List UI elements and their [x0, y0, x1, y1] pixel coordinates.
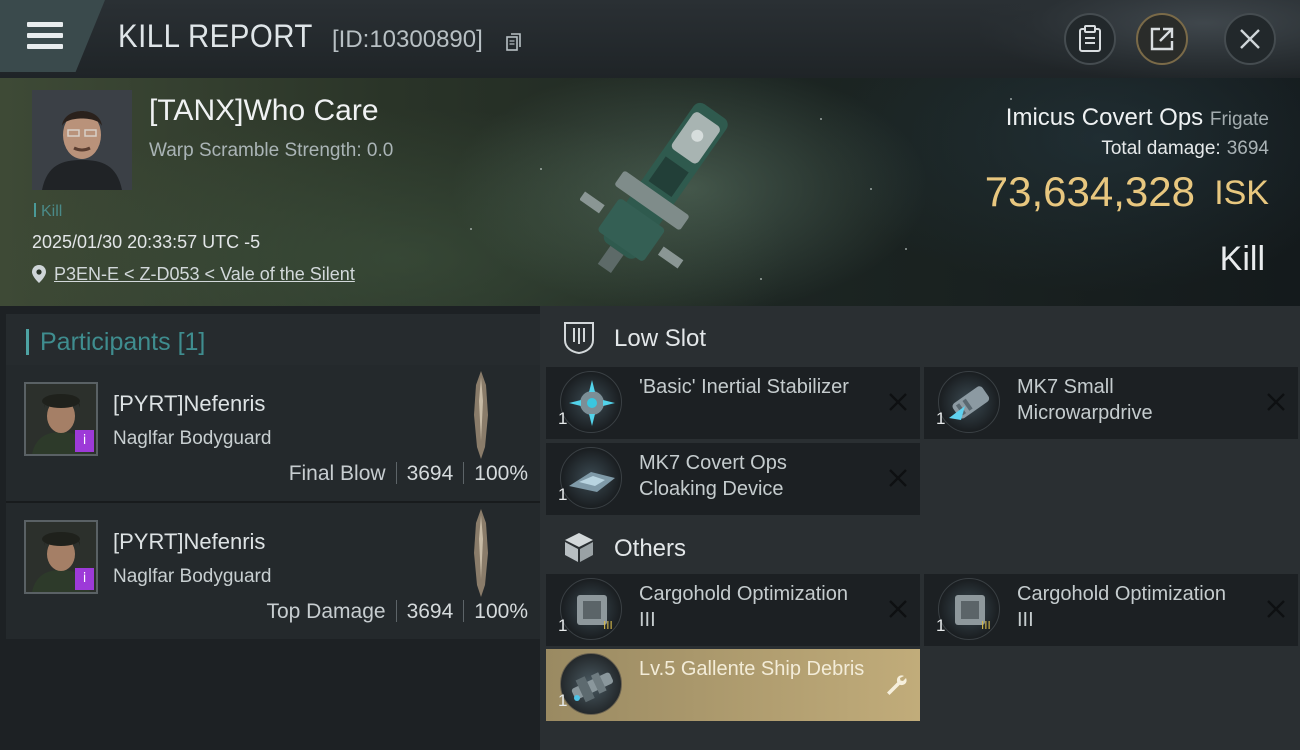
- participant-ship-icon: [474, 371, 488, 459]
- share-icon: [1150, 27, 1174, 51]
- participant-role: Final Blow: [288, 462, 386, 485]
- module-name: MK7 Covert Ops Cloaking Device: [639, 452, 787, 500]
- participant-row[interactable]: i [PYRT]Nefenris Naglfar Bodyguard Top D…: [6, 503, 540, 639]
- remove-icon[interactable]: [1266, 392, 1286, 412]
- participant-percent: 100%: [474, 462, 528, 485]
- participant-stats: Top Damage 3694 100%: [266, 600, 528, 624]
- location-link[interactable]: P3EN-E < Z-D053 < Vale of the Silent: [54, 264, 355, 285]
- page-title: KILL REPORT: [118, 18, 313, 54]
- others-title: Others: [614, 535, 687, 562]
- victim-summary: [TANX]Who Care Warp Scramble Strength: 0…: [0, 78, 1300, 306]
- participant-ship: Naglfar Bodyguard: [113, 428, 272, 449]
- location-pin-icon: [32, 265, 46, 283]
- warp-scramble-strength: Warp Scramble Strength: 0.0: [149, 140, 394, 161]
- total-damage-label: Total damage:: [1101, 138, 1221, 159]
- module-quantity: 1: [558, 485, 568, 504]
- clipboard-button[interactable]: [1064, 13, 1116, 65]
- isk-unit: ISK: [1214, 174, 1269, 212]
- participants-count: [1]: [177, 328, 206, 356]
- participant-damage: 3694: [406, 462, 454, 485]
- participant-ship-icon: [474, 509, 488, 597]
- module-quantity: 1: [558, 616, 568, 635]
- low-slot-header: Low Slot: [546, 308, 1300, 364]
- cargohold-optimization-icon: III: [938, 578, 1000, 640]
- total-damage-value: 3694: [1226, 138, 1269, 159]
- module-quantity: 1: [936, 409, 946, 428]
- module-quantity: 1: [936, 616, 946, 635]
- module-slot-dropped[interactable]: 1 Lv.5 Gallente Ship Debris: [546, 649, 920, 721]
- remove-icon[interactable]: [888, 392, 908, 412]
- inertial-stabilizer-icon: [560, 371, 622, 433]
- kill-tag: Kill: [34, 203, 62, 221]
- cloaking-device-icon: [560, 447, 622, 509]
- cargohold-optimization-icon: III: [560, 578, 622, 640]
- faction-badge: i: [75, 430, 94, 452]
- wrench-icon[interactable]: [884, 673, 908, 697]
- module-name: Lv.5 Gallente Ship Debris: [639, 658, 865, 680]
- remove-icon[interactable]: [888, 599, 908, 619]
- menu-button[interactable]: [0, 0, 105, 72]
- low-slot-icon: [564, 322, 594, 354]
- remove-icon[interactable]: [888, 468, 908, 488]
- clipboard-icon: [1079, 25, 1101, 52]
- participants-panel: Participants [1] i [PYRT]Nefenris Naglfa…: [0, 306, 540, 750]
- kill-timestamp: 2025/01/30 20:33:57 UTC -5: [32, 232, 261, 252]
- report-id: [ID:10300890]: [332, 26, 483, 53]
- remove-icon[interactable]: [1266, 599, 1286, 619]
- module-slot[interactable]: 1 'Basic' Inertial Stabilizer: [546, 367, 920, 439]
- total-damage: Total damage: 3694: [1101, 138, 1269, 160]
- module-slot[interactable]: 1 MK7 Small Microwarpdrive: [924, 367, 1298, 439]
- module-name: Cargohold Optimization III: [639, 583, 848, 631]
- victim-ship: Imicus Covert Ops Frigate: [1006, 104, 1269, 132]
- close-button[interactable]: [1224, 13, 1276, 65]
- module-quantity: 1: [558, 409, 568, 428]
- module-name: Cargohold Optimization III: [1017, 583, 1226, 631]
- participant-damage: 3694: [406, 600, 454, 623]
- participant-ship: Naglfar Bodyguard: [113, 566, 272, 587]
- module-name: 'Basic' Inertial Stabilizer: [639, 376, 849, 398]
- low-slot-title: Low Slot: [614, 325, 707, 352]
- close-icon: [1240, 29, 1260, 49]
- participants-header: Participants [1]: [6, 314, 540, 370]
- module-name: MK7 Small Microwarpdrive: [1017, 376, 1153, 424]
- participant-name[interactable]: [PYRT]Nefenris: [113, 391, 265, 417]
- module-slot[interactable]: 1 MK7 Covert Ops Cloaking Device: [546, 443, 920, 515]
- participant-role: Top Damage: [266, 600, 386, 623]
- participant-percent: 100%: [474, 600, 528, 623]
- participant-row[interactable]: i [PYRT]Nefenris Naglfar Bodyguard Final…: [6, 365, 540, 503]
- kill-result: Kill: [1219, 240, 1265, 278]
- svg-text:III: III: [981, 619, 991, 632]
- victim-portrait[interactable]: [32, 90, 132, 190]
- top-bar: KILL REPORT [ID:10300890]: [0, 0, 1300, 78]
- module-slot[interactable]: III 1 Cargohold Optimization III: [924, 574, 1298, 646]
- participant-stats: Final Blow 3694 100%: [289, 462, 528, 486]
- copy-icon[interactable]: [506, 33, 522, 52]
- participant-name[interactable]: [PYRT]Nefenris: [113, 529, 265, 555]
- microwarpdrive-icon: [938, 371, 1000, 433]
- fitting-panel: Low Slot 1 'Basic' Inertial Stabilizer 1…: [540, 306, 1300, 750]
- svg-text:III: III: [603, 619, 613, 632]
- cargo-box-icon: [565, 533, 593, 562]
- ship-debris-icon: [560, 653, 622, 715]
- ship-class: Frigate: [1209, 109, 1269, 130]
- isk-value: 73,634,328: [984, 168, 1195, 215]
- ship-image: [580, 102, 728, 274]
- avatar[interactable]: i: [24, 520, 98, 594]
- avatar[interactable]: i: [24, 382, 98, 456]
- others-header: Others: [546, 518, 1300, 574]
- faction-badge: i: [75, 568, 94, 590]
- share-button[interactable]: [1136, 13, 1188, 65]
- victim-avatar-image: [32, 90, 132, 190]
- participants-label: Participants: [40, 328, 171, 356]
- module-quantity: 1: [558, 691, 568, 710]
- ship-name[interactable]: Imicus Covert Ops: [1006, 104, 1203, 131]
- module-slot[interactable]: III 1 Cargohold Optimization III: [546, 574, 920, 646]
- victim-name[interactable]: [TANX]Who Care: [149, 94, 379, 128]
